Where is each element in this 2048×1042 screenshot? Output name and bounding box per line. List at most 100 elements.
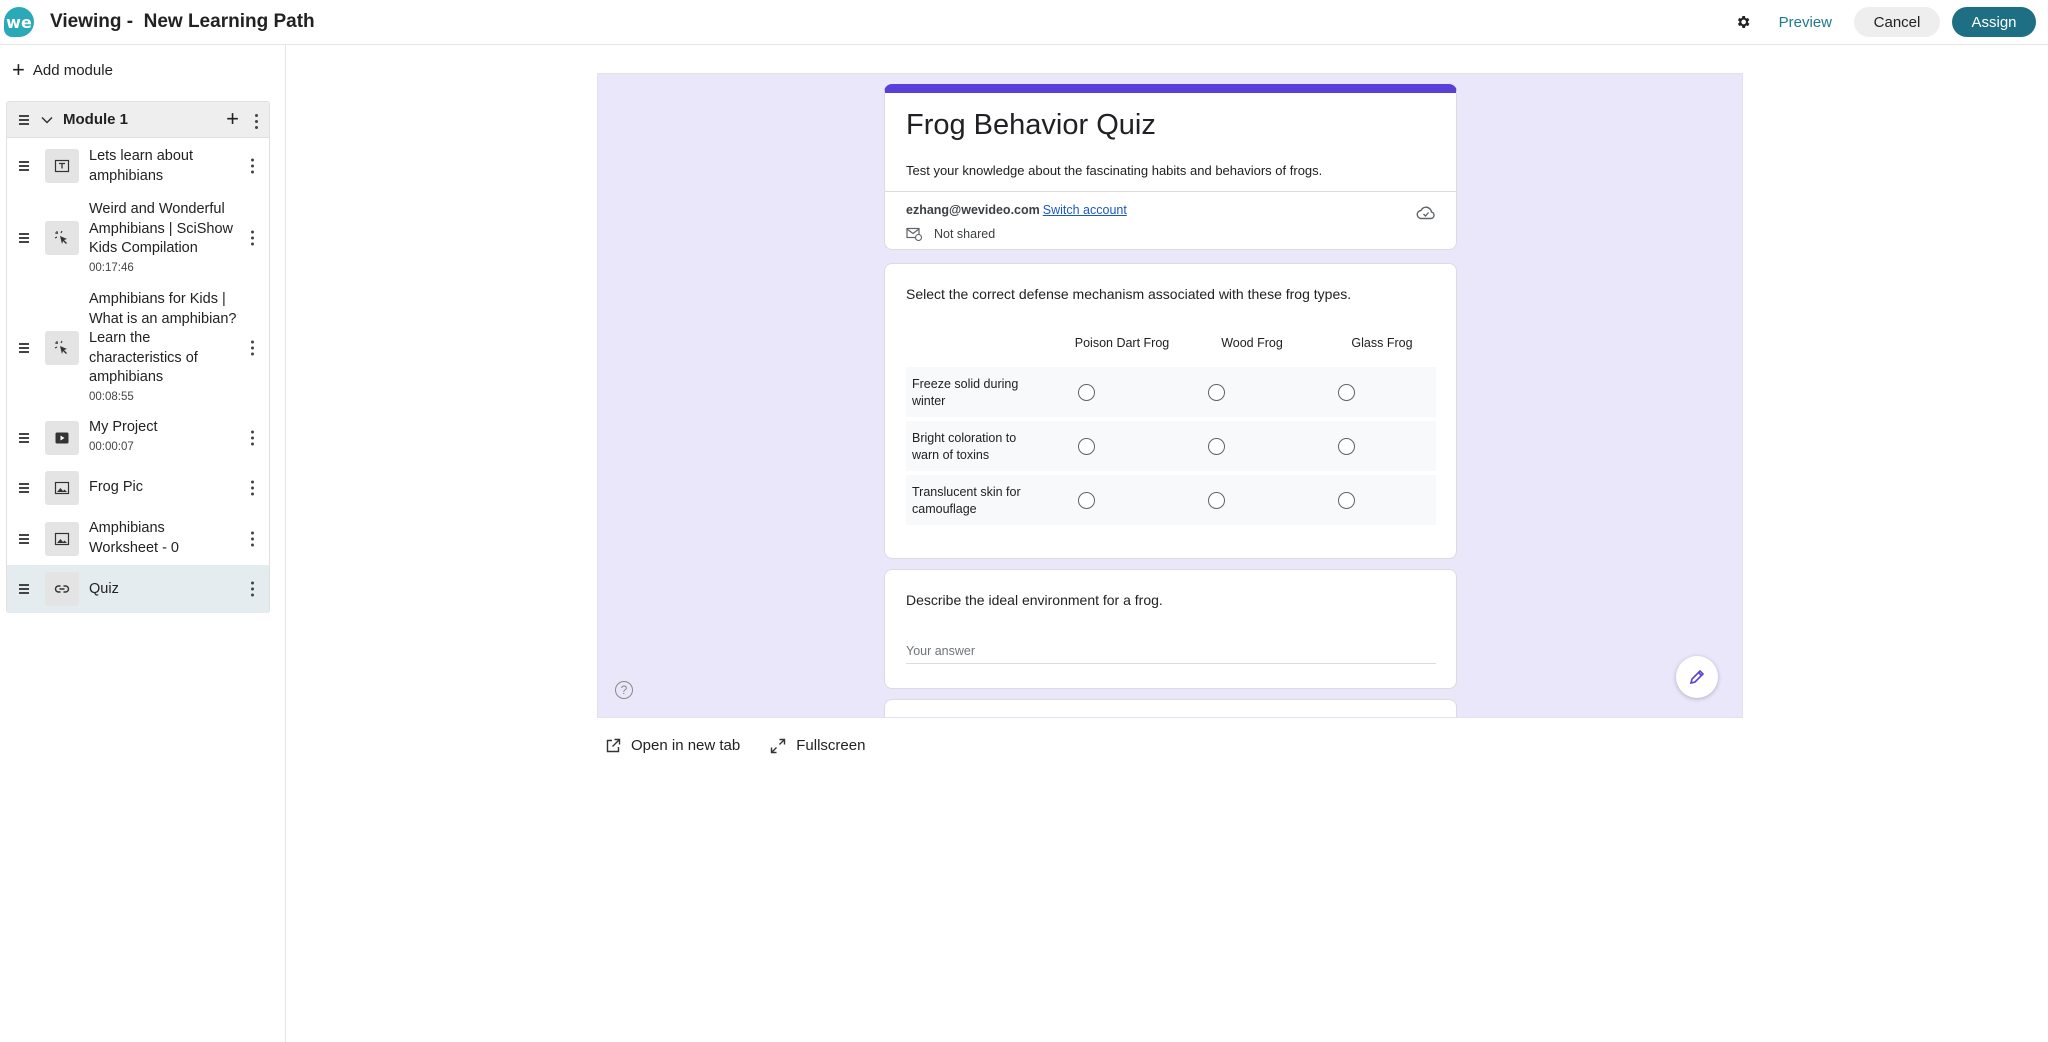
image-icon <box>45 471 79 505</box>
item-label: Weird and Wonderful Amphibians | SciShow… <box>89 201 234 256</box>
share-status: Not shared <box>906 227 995 241</box>
image-icon <box>45 522 79 556</box>
radio-button[interactable] <box>1208 492 1225 509</box>
grid-row-label: Translucent skin for camouflage <box>912 485 1021 516</box>
grid-row: Bright coloration to warn of toxins <box>906 421 1436 471</box>
grid-row: Freeze solid during winter <box>906 367 1436 417</box>
module-item[interactable]: Frog Pic <box>7 463 269 513</box>
grid-column-header: Wood Frog <box>1221 336 1283 350</box>
module-item[interactable]: Lets learn about amphibians <box>7 139 269 193</box>
radio-button[interactable] <box>1078 438 1095 455</box>
link-icon <box>45 572 79 606</box>
add-module-label: Add module <box>32 61 113 79</box>
next-question-card <box>884 699 1457 717</box>
drag-handle-icon[interactable] <box>19 483 31 493</box>
share-status-label: Not shared <box>934 227 996 241</box>
answer-input[interactable]: Your answer <box>906 642 1436 664</box>
radio-button[interactable] <box>1078 384 1095 401</box>
chevron-down-icon[interactable] <box>41 114 53 126</box>
grid-question-card: Select the correct defense mechanism ass… <box>884 263 1457 559</box>
module-panel: Module 1 + Lets learn about amphibians W… <box>6 101 270 613</box>
more-vertical-icon[interactable] <box>251 230 255 246</box>
radio-button[interactable] <box>1208 384 1225 401</box>
drag-handle-icon[interactable] <box>19 433 31 443</box>
open-new-tab-label: Open in new tab <box>631 737 741 754</box>
plus-icon: + <box>12 57 25 82</box>
question-text: Select the correct defense mechanism ass… <box>906 286 1352 302</box>
drag-handle-icon[interactable] <box>19 114 31 125</box>
more-vertical-icon[interactable] <box>251 430 255 446</box>
more-vertical-icon[interactable] <box>251 531 255 547</box>
more-vertical-icon[interactable] <box>251 340 255 356</box>
fullscreen-link[interactable]: Fullscreen <box>770 737 865 754</box>
cancel-button[interactable]: Cancel <box>1854 7 1940 37</box>
drag-handle-icon[interactable] <box>19 233 31 243</box>
external-link-icon <box>606 738 621 752</box>
add-module-button[interactable]: + Add module <box>12 57 113 82</box>
drag-handle-icon[interactable] <box>19 161 31 171</box>
account-info: ezhang@wevideo.com Switch account <box>906 203 1127 217</box>
radio-button[interactable] <box>1338 492 1355 509</box>
text-question-card: Describe the ideal environment for a fro… <box>884 569 1457 689</box>
assign-button[interactable]: Assign <box>1952 7 2036 37</box>
form-preview-frame: Frog Behavior Quiz Test your knowledge a… <box>597 73 1743 718</box>
item-label: Frog Pic <box>89 479 143 495</box>
account-email: ezhang@wevideo.com <box>906 203 1040 217</box>
mail-not-shared-icon <box>906 227 922 241</box>
more-vertical-icon[interactable] <box>255 114 259 129</box>
grid-column-header: Glass Frog <box>1351 336 1413 350</box>
drag-handle-icon[interactable] <box>19 343 31 353</box>
grid-row: Translucent skin for camouflage <box>906 475 1436 525</box>
item-label: Quiz <box>89 581 119 597</box>
module-item[interactable]: Weird and Wonderful Amphibians | SciShow… <box>7 193 269 283</box>
radio-button[interactable] <box>1078 492 1095 509</box>
module-item[interactable]: Amphibians Worksheet - 0 <box>7 513 269 565</box>
question-text: Describe the ideal environment for a fro… <box>906 592 1163 608</box>
wevideo-logo[interactable]: we <box>4 7 34 37</box>
item-label: Amphibians Worksheet - 0 <box>89 520 179 556</box>
expand-icon <box>771 738 786 753</box>
add-item-plus-icon[interactable]: + <box>226 108 239 130</box>
radio-button[interactable] <box>1338 384 1355 401</box>
edit-button[interactable] <box>1676 656 1718 698</box>
gear-icon[interactable] <box>1735 14 1751 30</box>
grid-row-label: Freeze solid during winter <box>912 377 1019 408</box>
preview-actions: Open in new tab Fullscreen <box>605 737 895 754</box>
drag-handle-icon[interactable] <box>19 534 31 544</box>
sidebar: + Add module Module 1 + Lets learn about… <box>0 45 286 1042</box>
text-icon <box>45 149 79 183</box>
item-duration: 00:08:55 <box>89 390 134 403</box>
fullscreen-label: Fullscreen <box>796 737 866 754</box>
form-title-card: Frog Behavior Quiz Test your knowledge a… <box>884 84 1457 250</box>
header-actions: Preview Cancel Assign <box>1735 0 2048 44</box>
cloud-save-icon <box>1416 206 1435 220</box>
grid-column-header: Poison Dart Frog <box>1074 336 1170 350</box>
item-duration: 00:17:46 <box>89 261 134 274</box>
interactive-video-icon <box>45 221 79 255</box>
video-icon <box>45 421 79 455</box>
item-label: Amphibians for Kids | What is an amphibi… <box>89 291 237 385</box>
module-header[interactable]: Module 1 + <box>7 102 269 138</box>
interactive-video-icon <box>45 331 79 365</box>
app-header: we Viewing - New Learning Path Preview C… <box>0 0 2048 45</box>
grid-row-label: Bright coloration to warn of toxins <box>912 431 1017 462</box>
form-description: Test your knowledge about the fascinatin… <box>906 163 1323 178</box>
more-vertical-icon[interactable] <box>251 480 255 496</box>
item-duration: 00:00:07 <box>89 440 134 453</box>
help-icon[interactable]: ? <box>615 681 633 699</box>
preview-button[interactable]: Preview <box>1779 14 1832 31</box>
radio-button[interactable] <box>1338 438 1355 455</box>
page-title: Viewing - New Learning Path <box>50 11 315 32</box>
switch-account-link[interactable]: Switch account <box>1043 203 1127 217</box>
module-item-selected[interactable]: Quiz <box>7 565 269 613</box>
radio-button[interactable] <box>1208 438 1225 455</box>
pencil-icon <box>1689 669 1705 685</box>
more-vertical-icon[interactable] <box>251 158 255 174</box>
more-vertical-icon[interactable] <box>251 581 255 597</box>
module-item[interactable]: My Project 00:00:07 <box>7 413 269 463</box>
drag-handle-icon[interactable] <box>19 584 31 594</box>
module-item[interactable]: Amphibians for Kids | What is an amphibi… <box>7 283 269 413</box>
divider <box>885 191 1456 192</box>
item-label: My Project <box>89 419 158 435</box>
open-new-tab-link[interactable]: Open in new tab <box>605 737 740 754</box>
